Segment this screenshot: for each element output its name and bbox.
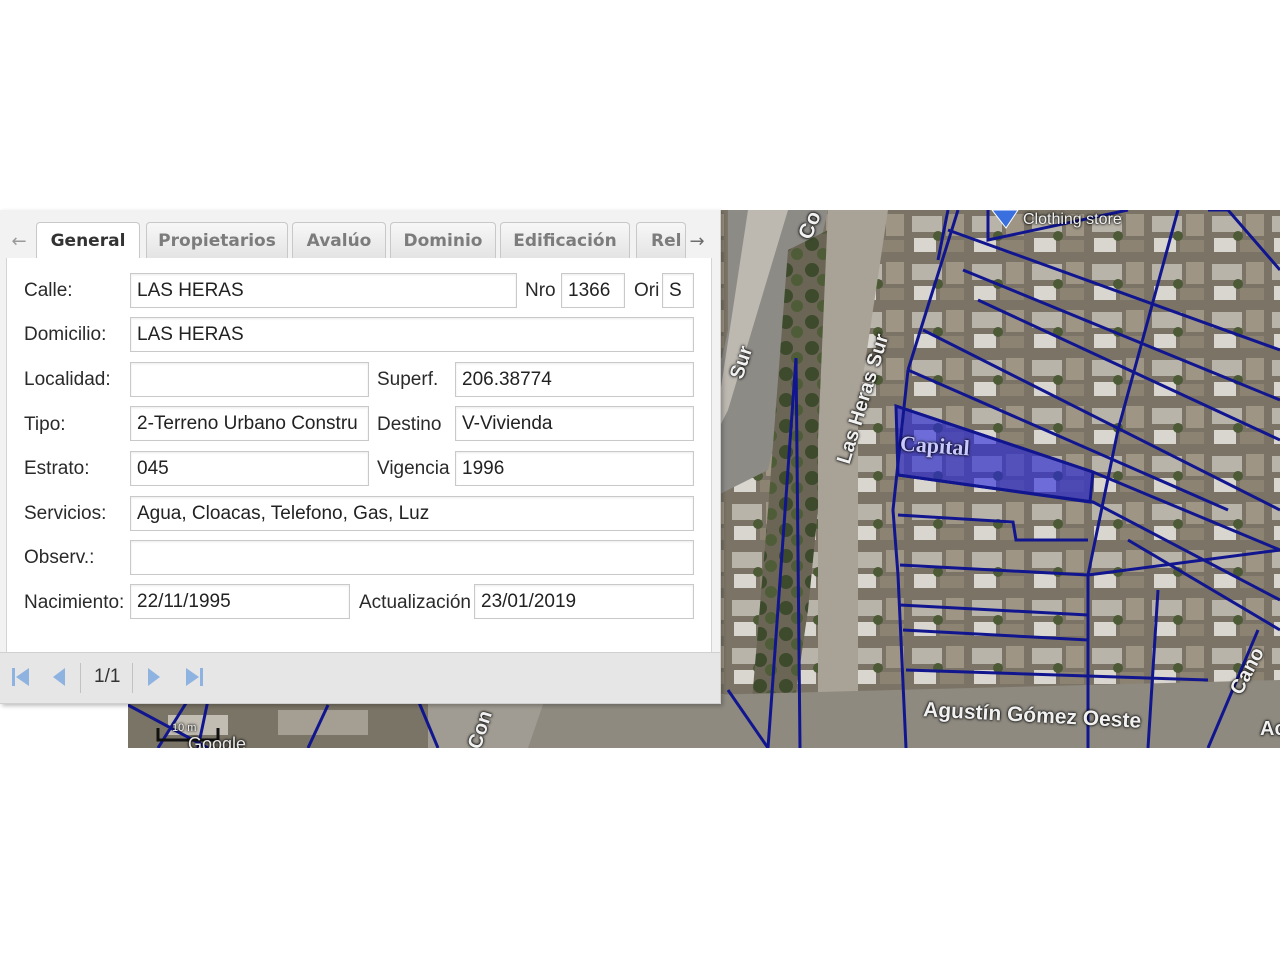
- calle-label: Calle:: [24, 280, 73, 301]
- localidad-field[interactable]: [130, 362, 369, 397]
- observ-field[interactable]: [130, 540, 694, 575]
- general-form: Calle: LAS HERAS Nro 1366 Ori S Domicili…: [6, 258, 712, 682]
- map-label-clothing-store[interactable]: Clothing store: [1023, 211, 1122, 229]
- page-indicator: 1/1: [94, 666, 121, 687]
- observ-label: Observ.:: [24, 547, 95, 568]
- tipo-label: Tipo:: [24, 414, 66, 435]
- estrato-label: Estrato:: [24, 458, 90, 479]
- map-scale-label: 10 m: [172, 722, 197, 734]
- nacimiento-label: Nacimiento:: [24, 592, 125, 613]
- destino-field[interactable]: V-Vivienda: [455, 406, 694, 441]
- first-page-icon[interactable]: [10, 665, 32, 689]
- pager-divider: [80, 663, 81, 693]
- ori-label: Ori: [634, 280, 660, 301]
- tab-avaluo[interactable]: Avalúo: [292, 222, 386, 258]
- pager-divider: [132, 663, 133, 693]
- ori-field[interactable]: S: [662, 273, 694, 308]
- google-logo: Google: [188, 734, 247, 748]
- destino-label: Destino: [377, 414, 442, 435]
- servicios-field[interactable]: Agua, Cloacas, Telefono, Gas, Luz: [130, 496, 694, 531]
- tab-scroll-right-icon[interactable]: →: [684, 224, 710, 258]
- domicilio-label: Domicilio:: [24, 324, 107, 345]
- actualizacion-label: Actualización: [359, 592, 471, 613]
- actualizacion-field[interactable]: 23/01/2019: [474, 584, 694, 619]
- tab-scroll-left-icon[interactable]: ←: [6, 224, 32, 258]
- localidad-label: Localidad:: [24, 369, 111, 390]
- nro-field[interactable]: 1366: [561, 273, 625, 308]
- servicios-label: Servicios:: [24, 503, 107, 524]
- previous-page-icon[interactable]: [48, 665, 70, 689]
- estrato-field[interactable]: 045: [130, 451, 369, 486]
- parcel-label-capital: Capital: [899, 430, 971, 461]
- tab-general[interactable]: General: [36, 222, 140, 259]
- calle-field[interactable]: LAS HERAS: [130, 273, 517, 308]
- vigencia-label: Vigencia: [377, 458, 450, 479]
- superf-field[interactable]: 206.38774: [455, 362, 694, 397]
- superf-label: Superf.: [377, 369, 439, 390]
- tab-bar: ← General Propietarios Avalúo Dominio Ed…: [6, 216, 712, 259]
- tab-dominio[interactable]: Dominio: [390, 222, 496, 258]
- nro-label: Nro: [525, 280, 556, 301]
- next-page-icon[interactable]: [143, 665, 165, 689]
- record-pager: 1/1: [0, 652, 720, 703]
- nacimiento-field[interactable]: 22/11/1995: [130, 584, 350, 619]
- tab-rel[interactable]: Rel: [636, 222, 686, 258]
- parcel-info-panel: ← General Propietarios Avalúo Dominio Ed…: [0, 210, 721, 704]
- tab-propietarios[interactable]: Propietarios: [146, 222, 288, 258]
- tipo-field[interactable]: 2-Terreno Urbano Constru: [130, 406, 369, 441]
- domicilio-field[interactable]: LAS HERAS: [130, 317, 694, 352]
- vigencia-field[interactable]: 1996: [455, 451, 694, 486]
- last-page-icon[interactable]: [183, 665, 205, 689]
- map-label-ac: Ac: [1260, 718, 1280, 740]
- tab-edificacion[interactable]: Edificación: [500, 222, 630, 258]
